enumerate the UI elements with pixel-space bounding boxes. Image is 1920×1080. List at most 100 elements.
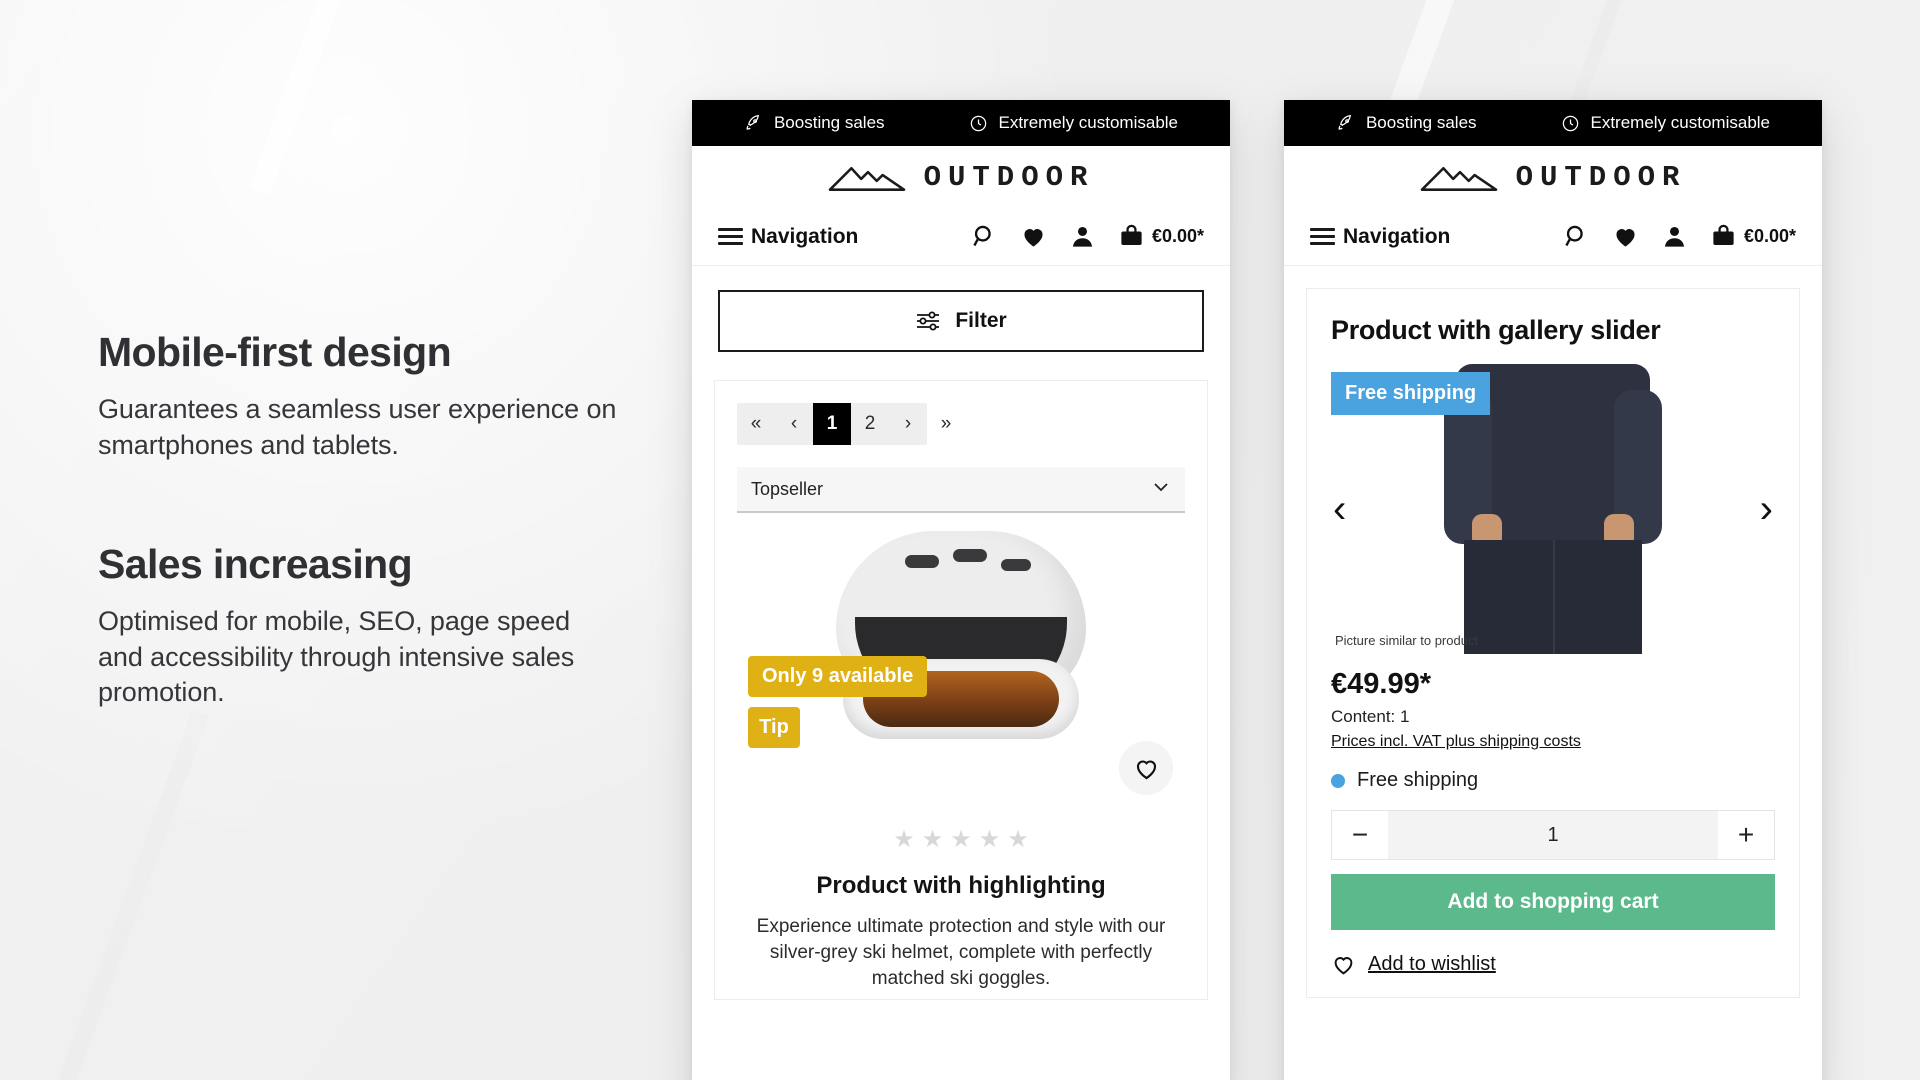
status-dot-icon xyxy=(1331,773,1345,788)
feature-heading: Mobile-first design xyxy=(98,329,452,375)
product-listing-card: « ‹ 1 2 › » Topseller Only 9 available T… xyxy=(714,380,1208,1001)
decor-streak xyxy=(49,710,210,1080)
star-icon: ★ xyxy=(950,826,972,853)
nav-icon-group: €0.00* xyxy=(971,223,1204,250)
heart-icon[interactable] xyxy=(1612,223,1639,250)
star-icon: ★ xyxy=(893,826,915,853)
navigation-label: Navigation xyxy=(1343,224,1451,248)
gallery-prev-button[interactable]: ‹ xyxy=(1333,489,1346,529)
mountain-logo-icon xyxy=(1420,166,1497,191)
feature-heading: Sales increasing xyxy=(98,540,413,587)
cart-icon xyxy=(1121,224,1142,245)
pagination-next[interactable]: › xyxy=(889,403,927,445)
feature-body: Optimised for mobile, SEO, page speed an… xyxy=(98,605,575,708)
brand-name: OUTDOOR xyxy=(923,160,1095,194)
helmet-vent xyxy=(1001,559,1031,571)
sort-select[interactable]: Topseller xyxy=(737,467,1185,513)
brand-name: OUTDOOR xyxy=(1515,160,1687,194)
account-icon[interactable] xyxy=(1661,223,1688,250)
hamburger-icon xyxy=(718,228,743,245)
pagination: « ‹ 1 2 › » xyxy=(737,403,951,445)
clock-icon xyxy=(1562,115,1578,131)
rocket-icon xyxy=(1338,114,1351,130)
gallery-free-shipping-badge: Free shipping xyxy=(1331,372,1491,415)
feature-body: Guarantees a seamless user experience on… xyxy=(98,393,617,460)
cart-button[interactable]: €0.00* xyxy=(1710,223,1796,250)
chevron-down-icon xyxy=(1151,477,1171,502)
star-icon: ★ xyxy=(1007,826,1029,853)
vat-shipping-link[interactable]: Prices incl. VAT plus shipping costs xyxy=(1331,733,1581,751)
free-shipping-info: Free shipping xyxy=(1331,769,1775,792)
star-icon: ★ xyxy=(978,826,1001,853)
cart-total: €0.00* xyxy=(1743,226,1796,246)
cart-button[interactable]: €0.00* xyxy=(1118,223,1204,250)
cart-icon xyxy=(1713,224,1734,245)
navigation-label: Navigation xyxy=(751,224,859,248)
decor-streak xyxy=(249,0,373,195)
heart-outline-icon xyxy=(1136,760,1156,779)
product-description: Experience ultimate protection and style… xyxy=(756,916,1166,989)
usp-label: Boosting sales xyxy=(1365,113,1477,132)
free-shipping-label: Free shipping xyxy=(1357,769,1479,791)
usp-topbar: Boosting sales Extremely customisable xyxy=(1284,100,1822,146)
heart-icon[interactable] xyxy=(1020,223,1047,250)
filter-button[interactable]: Filter xyxy=(718,290,1204,352)
heart-outline-icon xyxy=(1334,957,1353,975)
quantity-decrease-button[interactable]: − xyxy=(1332,811,1388,859)
rocket-icon xyxy=(746,114,759,130)
cart-total: €0.00* xyxy=(1151,226,1204,246)
search-icon[interactable] xyxy=(1563,223,1590,250)
usp-item-customisable: Extremely customisable xyxy=(969,113,1179,133)
picture-similar-note: Picture similar to product xyxy=(1335,633,1479,648)
wishlist-toggle-button[interactable] xyxy=(1119,741,1173,795)
product-content: Content: 1 xyxy=(1331,707,1410,726)
rating-stars[interactable]: ★ ★ ★ ★ ★ xyxy=(715,825,1207,854)
pagination-last[interactable]: » xyxy=(927,403,965,445)
pagination-first[interactable]: « xyxy=(737,403,775,445)
quantity-input[interactable]: 1 xyxy=(1388,811,1718,859)
detail-title: Product with gallery slider xyxy=(1331,315,1661,345)
gallery-next-button[interactable]: › xyxy=(1760,489,1773,529)
search-icon[interactable] xyxy=(971,223,998,250)
quantity-stepper: − 1 + xyxy=(1331,810,1775,860)
feature-block-1: Mobile-first design Guarantees a seamles… xyxy=(98,329,618,464)
badge-availability: Only 9 available xyxy=(748,656,928,697)
pagination-page-2[interactable]: 2 xyxy=(851,403,889,445)
product-title[interactable]: Product with highlighting xyxy=(715,872,1207,900)
hamburger-icon xyxy=(1310,228,1335,245)
sort-selected-value: Topseller xyxy=(751,478,824,499)
usp-label: Boosting sales xyxy=(773,113,885,132)
product-detail-card: Product with gallery slider Free shippin… xyxy=(1306,288,1800,998)
pagination-prev[interactable]: ‹ xyxy=(775,403,813,445)
brand-header[interactable]: OUTDOOR xyxy=(1284,146,1822,208)
clock-icon xyxy=(970,115,986,131)
brand-header[interactable]: OUTDOOR xyxy=(692,146,1230,208)
usp-topbar: Boosting sales Extremely customisable xyxy=(692,100,1230,146)
add-to-cart-button[interactable]: Add to shopping cart xyxy=(1331,874,1775,930)
nav-icon-group: €0.00* xyxy=(1563,223,1796,250)
filter-sliders-icon xyxy=(917,311,940,331)
badge-tip: Tip xyxy=(748,707,800,748)
feature-block-2: Sales increasing Optimised for mobile, S… xyxy=(98,540,618,712)
phone-mockup-listing: Boosting sales Extremely customisable OU… xyxy=(692,100,1230,1080)
star-icon: ★ xyxy=(921,826,944,853)
pagination-page-1[interactable]: 1 xyxy=(813,403,851,445)
gallery-slider[interactable]: Free shipping ‹ › Picture similar to pro… xyxy=(1331,364,1775,654)
usp-item-boosting-sales: Boosting sales xyxy=(744,113,885,133)
account-icon[interactable] xyxy=(1069,223,1096,250)
navigation-menu-button[interactable]: Navigation xyxy=(1310,225,1450,249)
helmet-vent xyxy=(953,549,987,562)
mountain-logo-icon xyxy=(828,166,905,191)
add-to-wishlist-button[interactable]: Add to wishlist xyxy=(1331,952,1775,997)
add-to-wishlist-label: Add to wishlist xyxy=(1368,953,1496,975)
product-price: €49.99* xyxy=(1331,668,1431,700)
helmet-vent xyxy=(905,555,939,568)
usp-item-customisable: Extremely customisable xyxy=(1561,113,1771,133)
phone-mockup-detail: Boosting sales Extremely customisable OU… xyxy=(1284,100,1822,1080)
usp-label: Extremely customisable xyxy=(1590,113,1771,132)
quantity-increase-button[interactable]: + xyxy=(1718,811,1774,859)
seam xyxy=(1553,540,1555,654)
main-nav: Navigation €0.00* xyxy=(692,208,1230,266)
navigation-menu-button[interactable]: Navigation xyxy=(718,225,858,249)
usp-label: Extremely customisable xyxy=(998,113,1179,132)
